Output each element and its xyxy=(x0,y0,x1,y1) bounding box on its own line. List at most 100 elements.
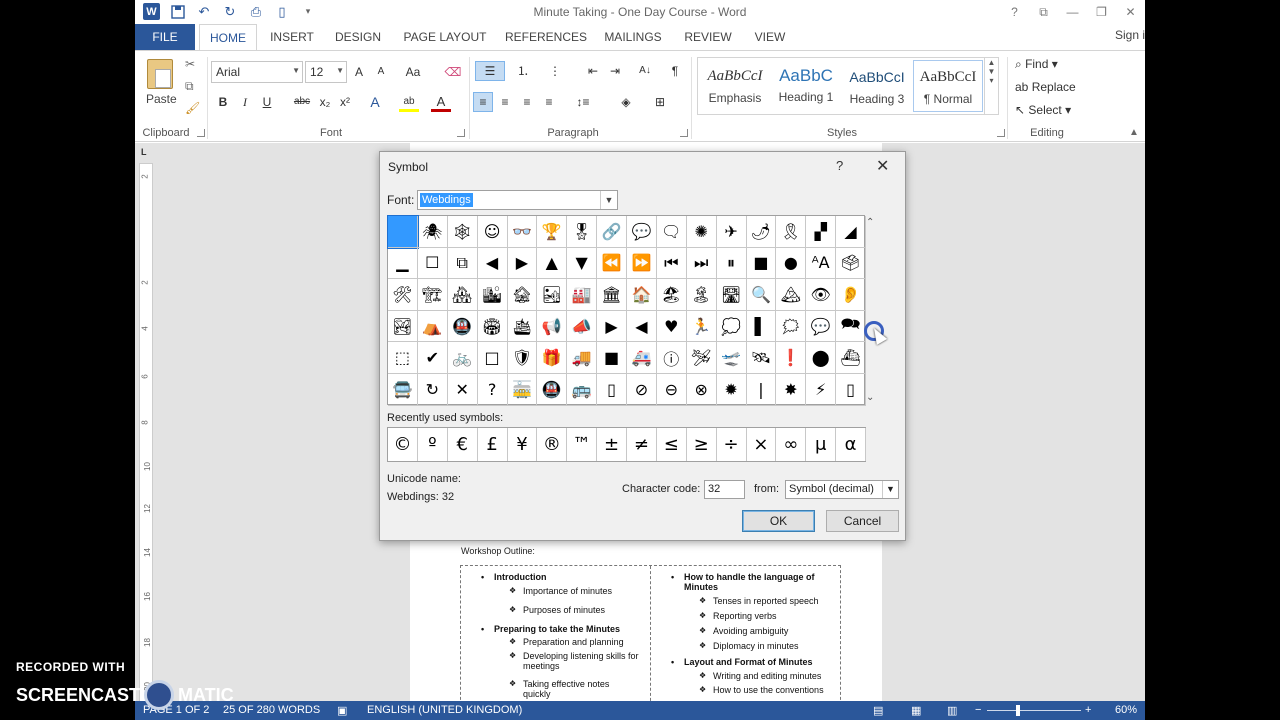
collapse-ribbon-icon[interactable]: ▲ xyxy=(1129,127,1139,138)
symbol-cell[interactable]: ▯ xyxy=(597,373,627,406)
subscript-button[interactable]: x₂ xyxy=(315,92,335,112)
symbol-cell[interactable]: 🏗 xyxy=(417,279,448,311)
symbol-cell[interactable]: 🕷 xyxy=(417,216,448,248)
borders-icon[interactable]: ⊞ xyxy=(647,92,673,112)
symbol-cell[interactable]: ▲ xyxy=(537,247,568,280)
symbol-cell[interactable]: | xyxy=(746,373,777,406)
align-center-button[interactable]: ≡ xyxy=(495,92,515,112)
symbol-cell[interactable]: 🚲 xyxy=(447,342,478,374)
symbol-cell[interactable]: ⧉ xyxy=(447,247,478,280)
recent-symbol-cell[interactable]: μ xyxy=(806,428,837,461)
copy-icon[interactable]: ⧉ xyxy=(185,79,194,94)
symbol-cell[interactable]: ● xyxy=(776,247,807,280)
symbol-cell[interactable]: ✹ xyxy=(716,373,747,406)
symbol-cell[interactable]: 🚌 xyxy=(567,373,598,406)
symbol-cell[interactable]: ✈ xyxy=(716,216,747,248)
from-select[interactable]: Symbol (decimal) ▼ xyxy=(785,480,899,499)
symbol-cell[interactable]: ▶ xyxy=(507,247,538,280)
print-layout-icon[interactable]: ▦ xyxy=(911,704,921,717)
symbol-cell[interactable]: □ xyxy=(477,342,508,374)
symbol-cell[interactable]: ⊗ xyxy=(686,373,717,406)
symbol-cell[interactable]: ⏭ xyxy=(686,247,717,280)
symbol-cell[interactable]: 🛳 xyxy=(507,310,538,343)
symbol-cell[interactable]: 🛫 xyxy=(716,342,747,374)
font-family-select[interactable]: Arial ▼ xyxy=(211,61,303,83)
recent-symbol-cell[interactable]: © xyxy=(388,428,418,461)
symbol-cell[interactable]: 📢 xyxy=(537,310,568,343)
symbol-cell[interactable]: ▶ xyxy=(597,310,627,343)
symbol-cell[interactable]: ❗ xyxy=(776,342,807,374)
font-color-button[interactable]: A xyxy=(431,92,451,112)
shrink-font-button[interactable]: A xyxy=(371,62,391,82)
symbol-cell[interactable]: 🎖 xyxy=(567,216,598,248)
paragraph-launcher-icon[interactable] xyxy=(680,129,688,137)
recent-symbol-cell[interactable]: ≠ xyxy=(627,428,657,461)
symbol-cell[interactable]: 💬 xyxy=(806,310,837,343)
tab-file[interactable]: FILE xyxy=(135,24,195,50)
recent-symbol-cell[interactable]: € xyxy=(448,428,478,461)
superscript-button[interactable]: x² xyxy=(335,92,355,112)
chevron-down-icon[interactable]: ▼ xyxy=(600,191,617,209)
language-indicator[interactable]: ENGLISH (UNITED KINGDOM) xyxy=(367,704,522,716)
symbol-cell[interactable]: 🕸 xyxy=(447,216,478,248)
tab-review[interactable]: REVIEW xyxy=(681,24,735,50)
symbol-cell[interactable]: ⚡ xyxy=(806,373,837,406)
symbol-cell[interactable]: ⬤ xyxy=(806,342,837,374)
zoom-in-icon[interactable]: + xyxy=(1085,704,1091,716)
decrease-indent-icon[interactable]: ⇤ xyxy=(583,61,603,81)
symbol-cell[interactable]: 🛰 xyxy=(746,342,777,374)
recent-symbol-cell[interactable]: ® xyxy=(537,428,568,461)
symbol-cell[interactable]: ⊘ xyxy=(627,373,657,406)
symbol-cell[interactable]: 🗪 xyxy=(836,310,866,343)
read-mode-icon[interactable]: ▤ xyxy=(873,704,883,717)
symbol-cell[interactable]: 🎁 xyxy=(537,342,568,374)
symbol-cell[interactable]: 🗯 xyxy=(776,310,807,343)
font-select[interactable]: Webdings ▼ xyxy=(417,190,618,210)
symbol-cell[interactable]: ■ xyxy=(597,342,627,374)
ok-button[interactable]: OK xyxy=(742,510,815,532)
symbol-cell[interactable]: 🏞 xyxy=(388,310,418,343)
style-heading-3[interactable]: AaBbCcI Heading 3 xyxy=(842,60,912,112)
styles-scroll[interactable]: ▲ ▼ ▾ xyxy=(985,57,999,115)
symbol-cell[interactable]: 🛡 xyxy=(507,342,538,374)
recent-symbol-cell[interactable]: ± xyxy=(597,428,627,461)
symbol-cell[interactable]: ■ xyxy=(746,247,777,280)
tab-home[interactable]: HOME xyxy=(199,24,257,51)
symbol-cell[interactable]: ▯ xyxy=(836,373,866,406)
recent-symbol-cell[interactable]: ∞ xyxy=(776,428,807,461)
tab-mailings[interactable]: MAILINGS xyxy=(601,24,665,50)
cut-icon[interactable]: ✂ xyxy=(185,57,195,71)
symbol-cell[interactable]: 👂 xyxy=(836,279,866,311)
zoom-slider[interactable] xyxy=(987,710,1081,711)
symbol-cell[interactable]: 🗨 xyxy=(656,216,687,248)
ribbon-display-icon[interactable]: ⧉ xyxy=(1029,0,1058,24)
symbol-cell[interactable]: 🚚 xyxy=(567,342,598,374)
format-painter-icon[interactable]: 🖌 xyxy=(185,101,200,115)
web-layout-icon[interactable]: ▥ xyxy=(947,704,957,717)
symbol-cell[interactable]: ᴬA xyxy=(806,247,837,280)
symbol-cell[interactable]: ✔ xyxy=(417,342,448,374)
character-code-input[interactable]: 32 xyxy=(704,480,745,499)
underline-button[interactable]: U xyxy=(257,92,277,112)
text-effects-button[interactable]: A xyxy=(365,92,385,112)
find-button[interactable]: ⌕ Find ▾ xyxy=(1015,57,1058,72)
symbol-cell[interactable]: 🌶 xyxy=(746,216,777,248)
proofing-icon[interactable]: ▣ xyxy=(337,704,347,717)
symbol-cell[interactable]: ⏸ xyxy=(716,247,747,280)
symbol-cell[interactable]: 🛠 xyxy=(388,279,418,311)
symbol-cell[interactable]: 🏛 xyxy=(597,279,627,311)
symbol-cell[interactable]: 👓 xyxy=(507,216,538,248)
tab-references[interactable]: REFERENCES xyxy=(505,24,587,50)
symbol-cell[interactable]: ⛴ xyxy=(836,342,866,374)
recent-symbol-cell[interactable]: ¥ xyxy=(508,428,538,461)
symbol-cell[interactable]: 📣 xyxy=(567,310,598,343)
symbol-cell[interactable]: 🏖 xyxy=(656,279,687,311)
help-icon[interactable]: ? xyxy=(1000,0,1029,24)
symbol-cell[interactable]: 🏘 xyxy=(447,279,478,311)
bold-button[interactable]: B xyxy=(213,92,233,112)
symbol-cell[interactable]: 🏜 xyxy=(537,279,568,311)
symbol-cell[interactable]: ◢ xyxy=(836,216,866,248)
symbol-cell[interactable]: ⏪ xyxy=(597,247,627,280)
font-size-select[interactable]: 12 ▼ xyxy=(305,61,347,83)
symbol-cell[interactable]: 🚋 xyxy=(507,373,538,406)
